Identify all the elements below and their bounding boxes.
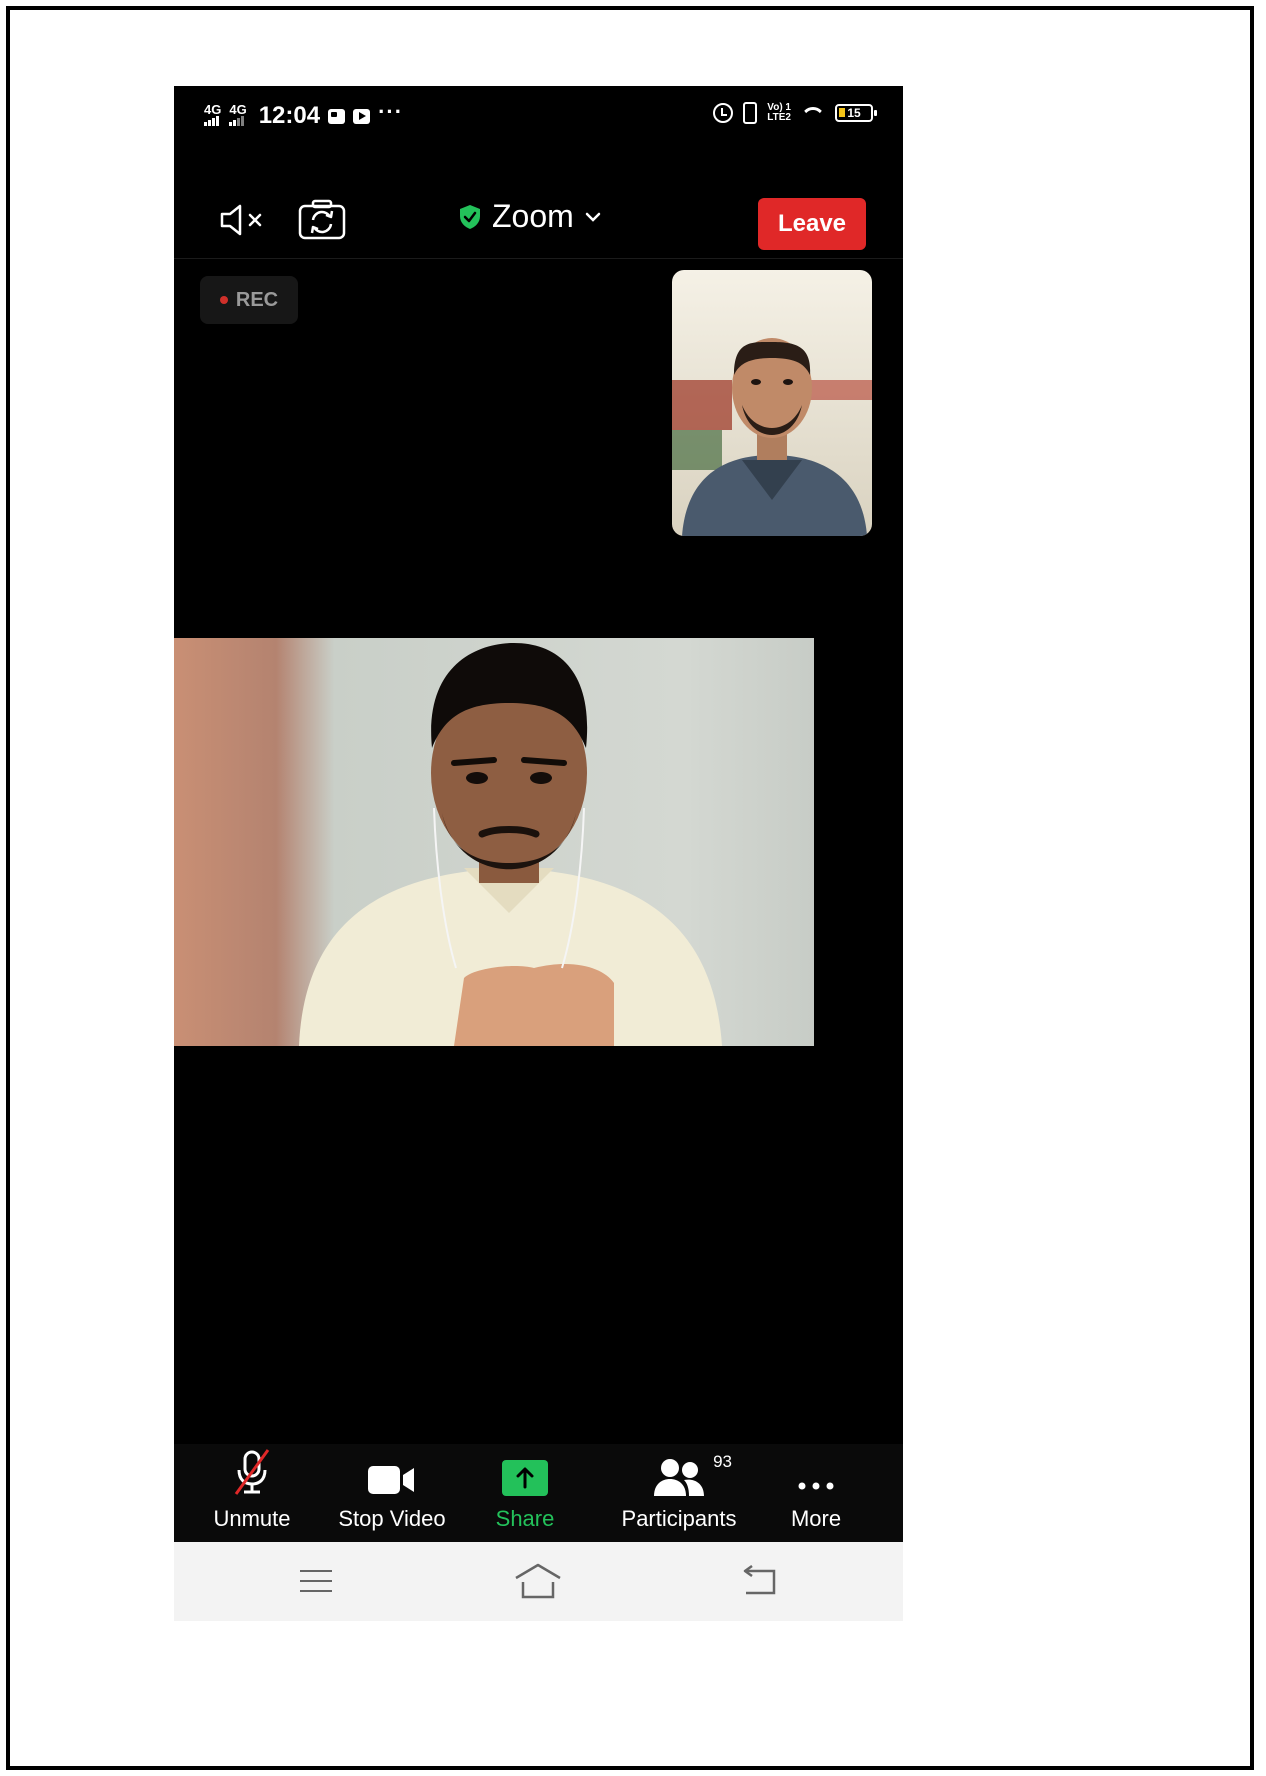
wifi-icon <box>801 105 825 121</box>
back-icon <box>743 1565 776 1595</box>
share-label: Share <box>495 1506 555 1531</box>
active-speaker-video[interactable] <box>174 638 903 1046</box>
gallery-notification-icon <box>328 108 346 124</box>
more-button[interactable]: More <box>778 1444 854 1542</box>
signal-icon-2: 4G <box>229 103 247 128</box>
speaker-toggle-button[interactable] <box>218 202 270 238</box>
participants-label: Participants <box>621 1506 737 1531</box>
stop-video-button[interactable]: Stop Video <box>334 1444 450 1542</box>
leave-button[interactable]: Leave <box>758 198 866 250</box>
recording-indicator[interactable]: REC <box>200 276 298 324</box>
recent-apps-button[interactable] <box>286 1558 346 1604</box>
switch-camera-icon <box>298 199 346 240</box>
chevron-down-icon <box>585 212 601 222</box>
status-time: 12:04 <box>258 102 321 129</box>
battery-level: 15 <box>847 106 861 120</box>
battery-icon: 15 <box>835 104 877 122</box>
encryption-shield-icon <box>460 204 480 229</box>
meeting-title: Zoom <box>492 198 574 234</box>
youtube-notification-icon <box>353 108 371 124</box>
recording-dot-icon <box>219 296 228 304</box>
volte-indicator: Vo) 1 LTE2 <box>767 102 791 123</box>
back-button[interactable] <box>730 1558 790 1604</box>
video-camera-icon <box>368 1466 414 1494</box>
participants-icon <box>654 1459 704 1496</box>
recording-label: REC <box>235 288 279 311</box>
speaker-muted-icon <box>220 204 262 236</box>
status-bar: 4G 4G 12:04 ··· Vo) 1 LTE2 15 <box>174 86 903 146</box>
meeting-toolbar: Unmute Stop Video Share 93 Participants … <box>174 1444 903 1542</box>
home-icon <box>515 1563 561 1599</box>
more-notifications-indicator: ··· <box>378 99 404 124</box>
participant-thumbnail-video[interactable] <box>672 270 872 536</box>
meeting-info-button[interactable]: Zoom <box>458 198 602 235</box>
participant-count-badge: 93 <box>713 1452 732 1471</box>
switch-camera-button[interactable] <box>297 198 347 242</box>
thumbnail-video-frame <box>672 270 872 536</box>
alarm-icon <box>713 103 734 123</box>
unmute-label: Unmute <box>213 1506 291 1531</box>
main-video-frame <box>174 638 903 1046</box>
home-button[interactable] <box>508 1558 568 1604</box>
meeting-top-bar: Zoom Leave <box>174 146 903 256</box>
more-dots-icon <box>798 1482 834 1490</box>
share-arrow-icon <box>502 1460 548 1496</box>
unmute-button[interactable]: Unmute <box>206 1444 298 1542</box>
system-navigation-bar <box>174 1542 903 1621</box>
share-button[interactable]: Share <box>484 1444 566 1542</box>
mic-muted-icon <box>234 1449 270 1495</box>
menu-icon <box>300 1570 332 1592</box>
vibrate-icon <box>743 102 758 124</box>
signal-icon: 4G <box>204 103 221 128</box>
top-bar-divider <box>174 258 903 259</box>
zoom-meeting-screen: 4G 4G 12:04 ··· Vo) 1 LTE2 15 Zoom Leave… <box>174 86 903 1621</box>
stop-video-label: Stop Video <box>338 1506 446 1531</box>
participants-button[interactable]: 93 Participants <box>618 1444 740 1542</box>
more-label: More <box>790 1506 842 1531</box>
